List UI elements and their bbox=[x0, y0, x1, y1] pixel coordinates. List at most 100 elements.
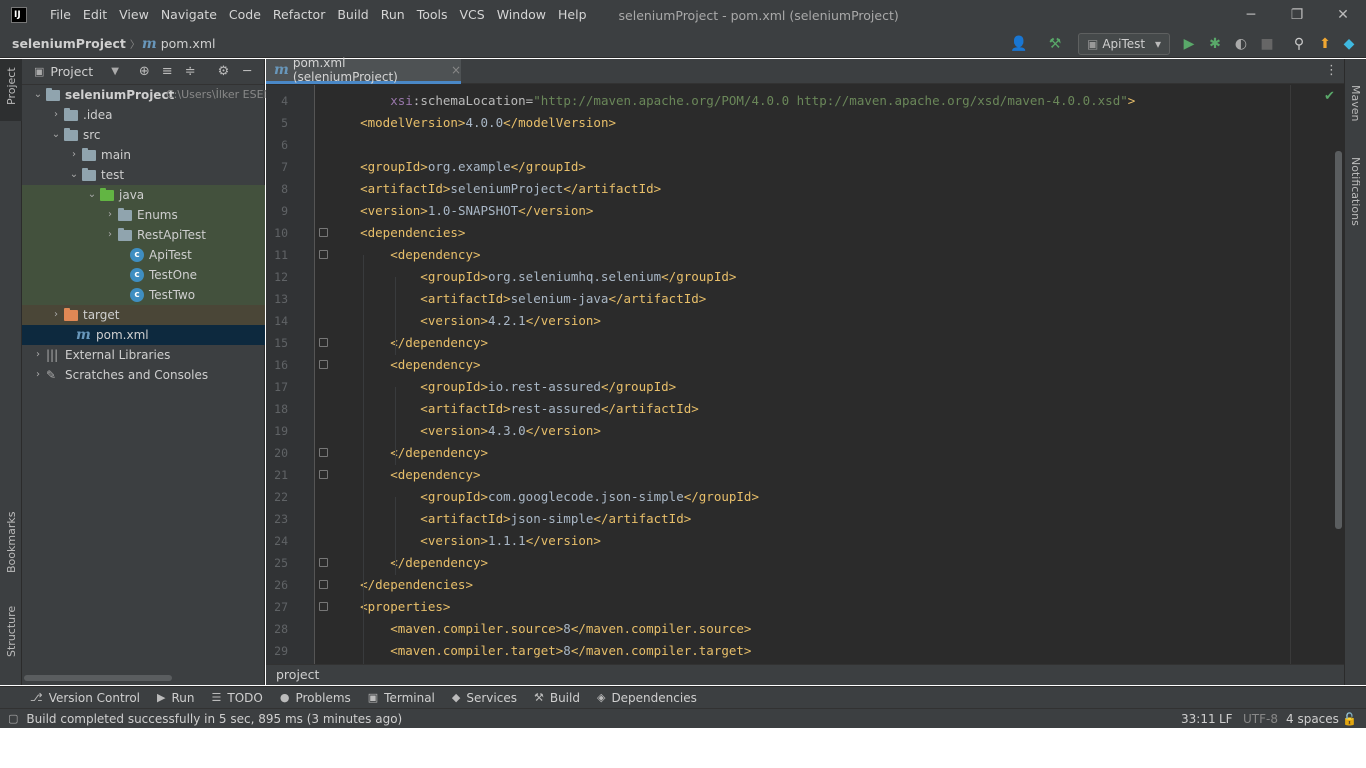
tree-item-target[interactable]: › target bbox=[22, 305, 265, 325]
debug-bug-icon[interactable]: ✱ bbox=[1206, 35, 1224, 53]
chevron-right-icon[interactable]: › bbox=[50, 305, 62, 325]
tree-item-test[interactable]: ⌄ test bbox=[22, 165, 265, 185]
tree-item-external-libraries[interactable]: › ||| External Libraries bbox=[22, 345, 265, 365]
editor-breadcrumb[interactable]: project bbox=[266, 664, 1344, 685]
hide-panel-icon[interactable]: ─ bbox=[243, 64, 251, 79]
structure-tool-tab[interactable]: Structure bbox=[5, 606, 18, 657]
tree-item-apitest[interactable]: c ApiTest bbox=[22, 245, 265, 265]
tree-item-seleniumproject[interactable]: ⌄ seleniumProject C:\Users\İlker ESEN\ bbox=[22, 85, 275, 105]
tree-item-restapitest[interactable]: › RestApiTest bbox=[22, 225, 265, 245]
menu-item-help[interactable]: Help bbox=[552, 0, 593, 30]
tool-run[interactable]: ▶ Run bbox=[157, 691, 194, 705]
maximize-button[interactable]: ❐ bbox=[1274, 0, 1320, 30]
run-icon[interactable]: ▶ bbox=[1180, 35, 1198, 53]
tab-pom-xml[interactable]: m pom.xml (seleniumProject) × bbox=[266, 56, 461, 84]
locate-icon[interactable]: ⊕ bbox=[139, 64, 150, 79]
maven-tool-tab[interactable]: Maven bbox=[1349, 85, 1362, 121]
menu-item-view[interactable]: View bbox=[113, 0, 155, 30]
close-window-button[interactable]: ✕ bbox=[1320, 0, 1366, 30]
tree-item-enums[interactable]: › Enums bbox=[22, 205, 265, 225]
code-token: <version> bbox=[330, 203, 428, 218]
project-panel-title[interactable]: Project bbox=[50, 64, 93, 79]
breadcrumb-file[interactable]: pom.xml bbox=[161, 36, 216, 51]
chevron-right-icon[interactable]: › bbox=[104, 225, 116, 245]
menu-item-window[interactable]: Window bbox=[491, 0, 552, 30]
tree-item-src[interactable]: ⌄ src bbox=[22, 125, 265, 145]
coverage-icon[interactable]: ◐ bbox=[1232, 35, 1250, 53]
fold-marker-icon[interactable] bbox=[319, 360, 328, 369]
update-icon[interactable]: ⬆ bbox=[1316, 35, 1334, 53]
menu-item-build[interactable]: Build bbox=[331, 0, 374, 30]
menu-item-file[interactable]: File bbox=[44, 0, 77, 30]
project-tool-tab[interactable]: Project bbox=[5, 67, 18, 105]
menu-item-edit[interactable]: Edit bbox=[77, 0, 113, 30]
user-icon[interactable]: 👤 bbox=[1010, 35, 1028, 53]
tool-dependencies[interactable]: ◈ Dependencies bbox=[597, 691, 697, 705]
more-options-icon[interactable]: ⋮ bbox=[1325, 63, 1338, 78]
close-icon[interactable]: × bbox=[451, 63, 461, 77]
fold-marker-icon[interactable] bbox=[319, 250, 328, 259]
run-configuration-select[interactable]: ▣ ApiTest ▾ bbox=[1078, 33, 1170, 55]
chevron-down-icon[interactable]: ⌄ bbox=[86, 185, 98, 205]
search-icon[interactable]: ⚲ bbox=[1290, 35, 1308, 53]
tree-item-java[interactable]: ⌄ java bbox=[22, 185, 265, 205]
chevron-right-icon[interactable]: › bbox=[32, 345, 44, 365]
chevron-right-icon[interactable]: › bbox=[104, 205, 116, 225]
expand-all-icon[interactable]: ≡ bbox=[162, 64, 173, 79]
tree-item-main[interactable]: › main bbox=[22, 145, 265, 165]
tree-item-scratches-and-consoles[interactable]: › ✎ Scratches and Consoles bbox=[22, 365, 265, 385]
tool-services[interactable]: ◆ Services bbox=[452, 691, 517, 705]
bookmarks-tool-tab[interactable]: Bookmarks bbox=[5, 512, 18, 573]
fold-marker-icon[interactable] bbox=[319, 602, 328, 611]
tool-problems[interactable]: ● Problems bbox=[280, 691, 351, 705]
tree-item--idea[interactable]: › .idea bbox=[22, 105, 265, 125]
gear-icon[interactable]: ⚙ bbox=[218, 64, 230, 79]
notifications-tool-tab[interactable]: Notifications bbox=[1349, 157, 1362, 226]
menu-item-vcs[interactable]: VCS bbox=[454, 0, 491, 30]
horizontal-scrollbar[interactable] bbox=[24, 675, 172, 681]
status-toggle-icon[interactable]: ▢ bbox=[8, 712, 18, 725]
collapse-all-icon[interactable]: ≑ bbox=[185, 64, 196, 79]
stop-icon[interactable]: ■ bbox=[1258, 35, 1276, 53]
folder-icon bbox=[82, 148, 96, 161]
chevron-right-icon[interactable]: › bbox=[50, 105, 62, 125]
chevron-right-icon[interactable]: › bbox=[32, 365, 44, 385]
code-line: <maven.compiler.source>8</maven.compiler… bbox=[330, 618, 751, 640]
menu-item-refactor[interactable]: Refactor bbox=[267, 0, 331, 30]
build-hammer-icon[interactable]: ⚒ bbox=[1046, 35, 1064, 53]
tool-todo[interactable]: ☰ TODO bbox=[212, 691, 263, 705]
status-message[interactable]: Build completed successfully in 5 sec, 8… bbox=[26, 712, 402, 726]
file-encoding[interactable]: UTF-8 bbox=[1243, 712, 1278, 726]
fold-marker-icon[interactable] bbox=[319, 580, 328, 589]
tree-item-pom-xml[interactable]: m pom.xml bbox=[22, 325, 265, 345]
tool-terminal[interactable]: ▣ Terminal bbox=[368, 691, 435, 705]
tool-version-control[interactable]: ⎇ Version Control bbox=[30, 691, 140, 705]
tree-item-testtwo[interactable]: c TestTwo bbox=[22, 285, 265, 305]
chevron-down-icon[interactable]: ⌄ bbox=[32, 85, 44, 105]
menu-item-navigate[interactable]: Navigate bbox=[155, 0, 223, 30]
chevron-right-icon[interactable]: › bbox=[68, 145, 80, 165]
fold-marker-icon[interactable] bbox=[319, 470, 328, 479]
code-token: <properties> bbox=[330, 599, 451, 614]
caret-position[interactable]: 33:11 bbox=[1181, 712, 1216, 726]
indent-setting[interactable]: 4 spaces bbox=[1286, 712, 1339, 726]
chevron-down-icon[interactable]: ⌄ bbox=[50, 125, 62, 145]
line-ending[interactable]: LF bbox=[1219, 712, 1233, 726]
chevron-down-icon[interactable]: ⌄ bbox=[68, 165, 80, 185]
fold-marker-icon[interactable] bbox=[319, 558, 328, 567]
breadcrumb-project[interactable]: seleniumProject bbox=[12, 36, 126, 51]
menu-item-code[interactable]: Code bbox=[223, 0, 267, 30]
tool-build[interactable]: ⚒ Build bbox=[534, 691, 580, 705]
fold-marker-icon[interactable] bbox=[319, 228, 328, 237]
vertical-scrollbar[interactable] bbox=[1335, 151, 1342, 529]
menu-item-run[interactable]: Run bbox=[375, 0, 411, 30]
minimize-button[interactable]: ─ bbox=[1228, 0, 1274, 30]
tree-item-testone[interactable]: c TestOne bbox=[22, 265, 265, 285]
menu-item-tools[interactable]: Tools bbox=[411, 0, 454, 30]
fold-marker-icon[interactable] bbox=[319, 338, 328, 347]
lock-icon[interactable]: 🔓 bbox=[1342, 712, 1357, 726]
chevron-down-icon[interactable]: ▼ bbox=[111, 66, 119, 77]
code-with-me-icon[interactable]: ◆ bbox=[1340, 35, 1358, 53]
title-bar: IJ File Edit View Navigate Code Refactor Build… bbox=[0, 0, 1366, 30]
fold-marker-icon[interactable] bbox=[319, 448, 328, 457]
